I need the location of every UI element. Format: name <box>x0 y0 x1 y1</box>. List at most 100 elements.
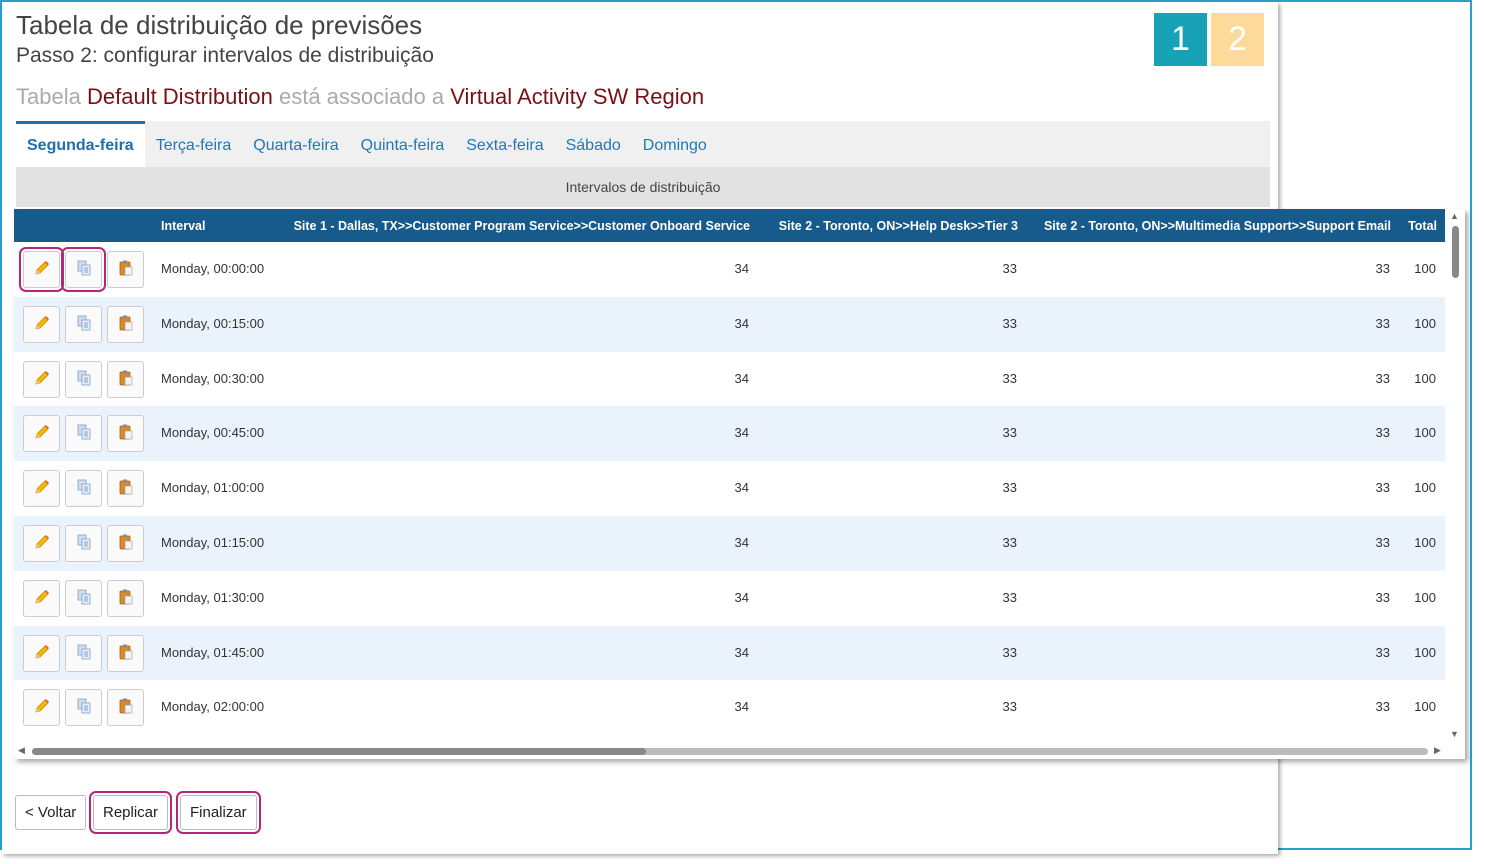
horizontal-scroll-thumb[interactable] <box>32 748 646 755</box>
col-site1[interactable]: Site 1 - Dallas, TX>>Customer Program Se… <box>294 209 750 243</box>
paste-button[interactable] <box>107 415 144 453</box>
site1-cell[interactable]: 34 <box>735 352 749 406</box>
edit-button[interactable] <box>23 524 60 562</box>
col-interval[interactable]: Interval <box>161 209 205 243</box>
tab-tuesday[interactable]: Terça-feira <box>145 121 243 167</box>
site2-multimedia-cell[interactable]: 33 <box>1376 297 1390 351</box>
paste-icon <box>117 697 135 718</box>
paste-button[interactable] <box>107 360 144 398</box>
site2-multimedia-cell[interactable]: 33 <box>1376 680 1390 734</box>
site2-multimedia-cell[interactable]: 33 <box>1376 352 1390 406</box>
scroll-up-icon[interactable]: ▲ <box>1450 211 1459 221</box>
step-1-badge: 1 <box>1154 13 1207 66</box>
edit-button[interactable] <box>23 634 60 672</box>
site1-cell[interactable]: 34 <box>735 516 749 570</box>
site2-helpdesk-cell[interactable]: 33 <box>1003 297 1017 351</box>
copy-button[interactable] <box>65 360 102 398</box>
site1-cell[interactable]: 34 <box>735 461 749 515</box>
table-row: Monday, 00:45:00 34 33 33 100 <box>14 406 1445 462</box>
paste-button[interactable] <box>107 579 144 617</box>
finish-button[interactable]: Finalizar <box>176 791 261 834</box>
site1-cell[interactable]: 34 <box>735 242 749 296</box>
paste-button[interactable] <box>107 689 144 727</box>
site2-helpdesk-cell[interactable]: 33 <box>1003 516 1017 570</box>
site2-multimedia-cell[interactable]: 33 <box>1376 571 1390 625</box>
edit-icon <box>33 369 51 390</box>
interval-cell: Monday, 02:00:00 <box>161 699 265 715</box>
edit-button[interactable] <box>23 360 60 398</box>
copy-button[interactable] <box>65 579 102 617</box>
paste-icon <box>117 314 135 335</box>
edit-button[interactable] <box>23 579 60 617</box>
edit-icon <box>33 423 51 444</box>
paste-button[interactable] <box>107 251 144 288</box>
tab-monday[interactable]: Segunda-feira <box>16 121 145 167</box>
site2-multimedia-cell[interactable]: 33 <box>1376 406 1390 460</box>
total-cell: 100 <box>1414 534 1436 550</box>
col-site2-helpdesk[interactable]: Site 2 - Toronto, ON>>Help Desk>>Tier 3 <box>779 209 1018 243</box>
table-row: Monday, 00:15:00 34 33 33 100 <box>14 296 1445 352</box>
copy-button[interactable] <box>65 689 102 727</box>
scroll-right-icon[interactable]: ▶ <box>1434 745 1441 756</box>
interval-cell: Monday, 00:45:00 <box>161 425 265 441</box>
back-button[interactable]: < Voltar <box>15 795 87 830</box>
distribution-grid: Interval Site 1 - Dallas, TX>>Customer P… <box>14 209 1465 759</box>
site2-multimedia-cell[interactable]: 33 <box>1376 516 1390 570</box>
tab-saturday[interactable]: Sábado <box>555 121 632 167</box>
site1-cell[interactable]: 34 <box>735 571 749 625</box>
site2-multimedia-cell[interactable]: 33 <box>1376 626 1390 680</box>
site2-helpdesk-cell[interactable]: 33 <box>1003 626 1017 680</box>
copy-button[interactable] <box>65 634 102 672</box>
tab-thursday[interactable]: Quinta-feira <box>350 121 456 167</box>
paste-button[interactable] <box>107 634 144 672</box>
site1-cell[interactable]: 34 <box>735 297 749 351</box>
interval-cell: Monday, 00:30:00 <box>161 370 265 386</box>
copy-icon <box>75 697 93 718</box>
tab-sunday[interactable]: Domingo <box>632 121 718 167</box>
vertical-scrollbar[interactable]: ▲ ▼ <box>1448 209 1462 742</box>
copy-button[interactable] <box>65 305 102 343</box>
grid-body: Monday, 00:00:00 34 33 33 100 Monday, 00:15:0… <box>14 242 1445 742</box>
edit-button[interactable] <box>23 470 60 508</box>
site2-multimedia-cell[interactable]: 33 <box>1376 461 1390 515</box>
copy-button[interactable] <box>65 470 102 508</box>
edit-button[interactable] <box>19 247 64 292</box>
site1-cell[interactable]: 34 <box>735 406 749 460</box>
paste-button[interactable] <box>107 524 144 562</box>
col-site2-multimedia[interactable]: Site 2 - Toronto, ON>>Multimedia Support… <box>1044 209 1391 243</box>
site1-cell[interactable]: 34 <box>735 626 749 680</box>
copy-button[interactable] <box>65 415 102 453</box>
paste-button[interactable] <box>107 305 144 343</box>
paste-icon <box>117 588 135 609</box>
grid-header: Interval Site 1 - Dallas, TX>>Customer P… <box>14 209 1445 242</box>
copy-icon <box>75 643 93 664</box>
copy-icon <box>75 478 93 499</box>
tab-wednesday[interactable]: Quarta-feira <box>242 121 349 167</box>
copy-icon <box>75 533 93 554</box>
site1-cell[interactable]: 34 <box>735 680 749 734</box>
site2-multimedia-cell[interactable]: 33 <box>1376 242 1390 296</box>
edit-button[interactable] <box>23 415 60 453</box>
site2-helpdesk-cell[interactable]: 33 <box>1003 352 1017 406</box>
site2-helpdesk-cell[interactable]: 33 <box>1003 571 1017 625</box>
edit-button[interactable] <box>23 305 60 343</box>
paste-icon <box>117 533 135 554</box>
site2-helpdesk-cell[interactable]: 33 <box>1003 461 1017 515</box>
site2-helpdesk-cell[interactable]: 33 <box>1003 406 1017 460</box>
vertical-scroll-thumb[interactable] <box>1452 226 1459 278</box>
replicate-button[interactable]: Replicar <box>88 791 173 834</box>
site2-helpdesk-cell[interactable]: 33 <box>1003 680 1017 734</box>
col-total[interactable]: Total <box>1408 209 1437 243</box>
scroll-down-icon[interactable]: ▼ <box>1450 729 1459 739</box>
copy-button[interactable] <box>65 524 102 562</box>
tab-friday[interactable]: Sexta-feira <box>455 121 554 167</box>
site2-helpdesk-cell[interactable]: 33 <box>1003 242 1017 296</box>
edit-button[interactable] <box>23 689 60 727</box>
edit-icon <box>33 259 51 280</box>
paste-button[interactable] <box>107 470 144 508</box>
scroll-left-icon[interactable]: ◀ <box>18 745 25 756</box>
horizontal-scrollbar[interactable]: ◀ ▶ <box>14 745 1445 757</box>
copy-icon <box>75 369 93 390</box>
association-text: Tabela Default Distribution está associa… <box>16 84 704 110</box>
copy-button[interactable] <box>61 247 106 292</box>
